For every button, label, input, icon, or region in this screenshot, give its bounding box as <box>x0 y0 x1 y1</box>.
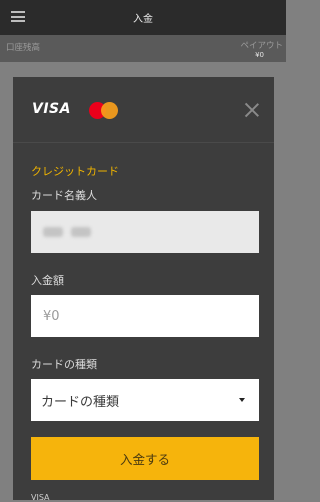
deposit-modal: VISA クレジットカード カード名義人 入金額 ¥0 カードの種類 カードの種… <box>13 77 274 502</box>
modal-header: VISA <box>13 77 274 143</box>
blurred-name <box>71 227 91 237</box>
payout-value: ¥0 <box>255 51 264 59</box>
top-bar: 入金 <box>0 0 286 35</box>
balance-bar: 口座残高 ペイアウト ¥0 <box>0 35 286 62</box>
cardholder-input[interactable] <box>31 211 259 253</box>
footer-visa-text: VISA <box>31 493 50 502</box>
mastercard-icon <box>89 102 120 119</box>
amount-placeholder: ¥0 <box>43 308 60 324</box>
card-type-select[interactable]: カードの種類 <box>31 379 259 421</box>
card-type-selected: カードの種類 <box>41 394 120 410</box>
chevron-down-icon <box>239 398 245 402</box>
account-balance-label: 口座残高 <box>6 43 41 53</box>
page-title: 入金 <box>133 14 153 25</box>
payout-label: ペイアウト <box>240 41 283 51</box>
visa-logo-icon: VISA <box>32 101 71 117</box>
amount-label: 入金額 <box>31 274 64 287</box>
deposit-submit-button[interactable]: 入金する <box>31 437 259 480</box>
close-icon[interactable] <box>245 103 259 117</box>
amount-input[interactable]: ¥0 <box>31 295 259 337</box>
blurred-name <box>43 227 63 237</box>
card-type-label: カードの種類 <box>31 358 97 371</box>
cardholder-label: カード名義人 <box>31 189 97 202</box>
section-title: クレジットカード <box>31 165 119 178</box>
